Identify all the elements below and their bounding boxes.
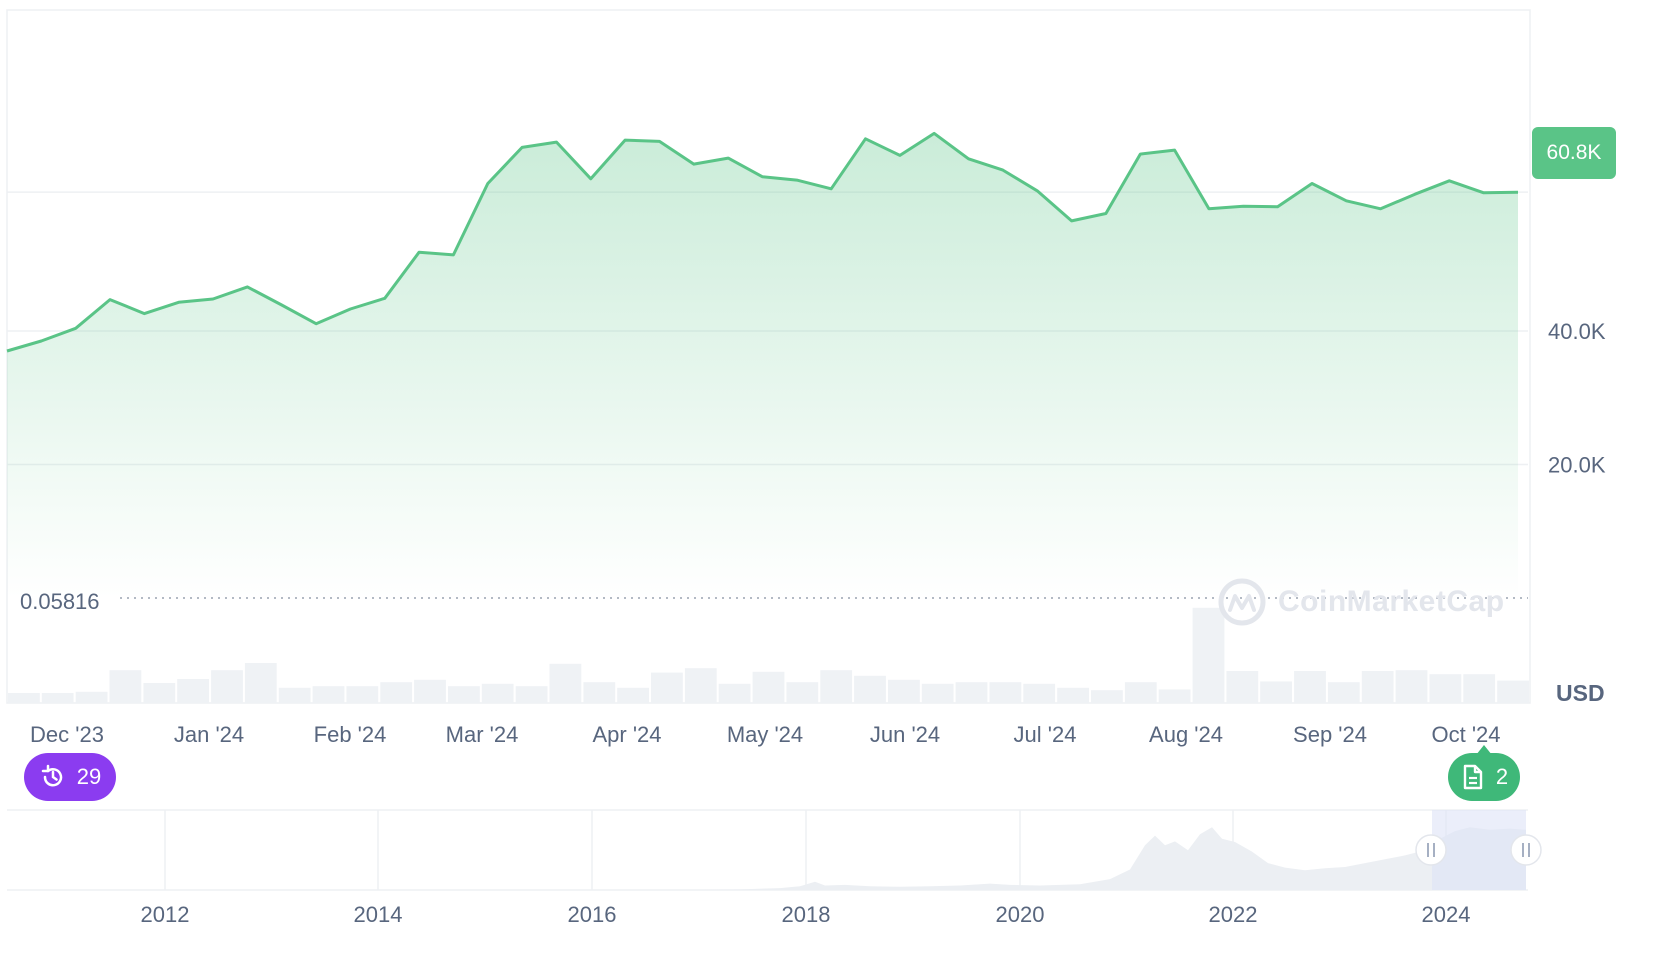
- volume-bar: [41, 693, 74, 703]
- x-tick-label: Jan '24: [174, 722, 244, 747]
- x-tick-label: Jun '24: [870, 722, 940, 747]
- volume-bar: [583, 682, 616, 703]
- volume-bar: [312, 686, 345, 703]
- volume-bar: [1260, 681, 1292, 703]
- volume-bar: [1463, 674, 1496, 703]
- y-axis: 20.0K 40.0K: [1548, 319, 1606, 478]
- notes-badge[interactable]: 2: [1448, 753, 1520, 801]
- volume-bar: [143, 683, 176, 703]
- volume-bar: [1429, 674, 1462, 703]
- navigator-tick-label: 2024: [1422, 902, 1471, 927]
- navigator-left-handle[interactable]: [1415, 834, 1447, 866]
- y-tick-label: 40.0K: [1548, 319, 1606, 344]
- volume-bar: [380, 682, 413, 703]
- volume-bar: [448, 686, 480, 703]
- price-area: [7, 133, 1518, 598]
- navigator-tick-label: 2022: [1209, 902, 1258, 927]
- volume-bar: [1124, 682, 1157, 703]
- coinmarketcap-logo-icon: [1218, 578, 1266, 626]
- x-tick-label: Dec '23: [30, 722, 104, 747]
- navigator-tick-label: 2012: [141, 902, 190, 927]
- navigator-area: [7, 827, 1526, 890]
- volume-bar: [921, 683, 954, 703]
- volume-bar: [481, 683, 514, 703]
- x-tick-label: May '24: [727, 722, 803, 747]
- y-tick-label: 20.0K: [1548, 453, 1606, 478]
- volume-bar: [278, 687, 311, 703]
- volume-bar: [549, 663, 582, 703]
- navigator-right-handle[interactable]: [1510, 834, 1542, 866]
- volume-bar: [1158, 689, 1191, 703]
- volume-bar: [1023, 683, 1056, 703]
- volume-bar: [854, 675, 886, 703]
- volume-bar: [515, 686, 548, 703]
- volume-bar: [211, 670, 243, 703]
- volume-bar: [75, 691, 108, 703]
- x-tick-label: Feb '24: [314, 722, 387, 747]
- volume-bar: [346, 686, 379, 703]
- watermark: CoinMarketCap: [1218, 578, 1505, 626]
- volume-bar: [989, 682, 1022, 703]
- volume-bar: [1294, 671, 1326, 703]
- history-icon: [41, 764, 62, 787]
- volume-bar: [820, 670, 853, 703]
- volume-bar: [1226, 671, 1259, 703]
- volume-bar: [1057, 687, 1089, 703]
- volume-bar: [1327, 682, 1360, 703]
- x-axis: Dec '23 Jan '24 Feb '24 Mar '24 Apr '24 May '…: [30, 722, 1500, 747]
- x-tick-label: Oct '24: [1431, 722, 1500, 747]
- volume-bar: [955, 682, 988, 703]
- volume-bar: [1361, 671, 1394, 703]
- volume-bar: [8, 693, 40, 703]
- notes-count: 2: [1495, 764, 1509, 789]
- navigator-tick-label: 2020: [996, 902, 1045, 927]
- last-price-tag: 60.8K: [1532, 127, 1616, 179]
- volume-bar: [752, 671, 785, 703]
- navigator[interactable]: 2012 2014 2016 2018 2020 2022 2024: [7, 809, 1542, 927]
- volume-bar: [1497, 680, 1529, 703]
- volume-bar: [617, 687, 649, 703]
- volume-bar: [177, 679, 209, 703]
- x-tick-label: Sep '24: [1293, 722, 1367, 747]
- volume-bar: [244, 663, 277, 703]
- navigator-tick-label: 2016: [568, 902, 617, 927]
- volume-bar: [414, 679, 446, 703]
- currency-label: USD: [1556, 680, 1605, 706]
- watermark-text: CoinMarketCap: [1278, 585, 1505, 618]
- document-icon: [1463, 764, 1483, 790]
- volume-bar: [651, 672, 683, 703]
- volume-bar: [786, 682, 819, 703]
- chart-svg: 20.0K 40.0K Dec '23 Jan '24 Feb '24 Mar '24 A…: [6, 9, 1606, 927]
- volume-bar: [1395, 670, 1428, 703]
- navigator-tick-label: 2018: [782, 902, 831, 927]
- volume-bar: [1091, 690, 1123, 703]
- volume-bar: [684, 668, 717, 703]
- x-tick-label: Aug '24: [1149, 722, 1223, 747]
- history-count: 29: [76, 764, 102, 789]
- volume-bar: [109, 670, 142, 703]
- x-tick-label: Mar '24: [446, 722, 519, 747]
- reference-value-label: 0.05816: [20, 589, 100, 614]
- volume-bar: [718, 683, 751, 703]
- x-tick-label: Jul '24: [1014, 722, 1077, 747]
- price-chart: 20.0K 40.0K Dec '23 Jan '24 Feb '24 Mar '24 A…: [0, 0, 1658, 962]
- navigator-tick-label: 2014: [354, 902, 403, 927]
- history-badge[interactable]: 29: [24, 753, 116, 801]
- x-tick-label: Apr '24: [592, 722, 661, 747]
- volume-bar: [888, 679, 920, 703]
